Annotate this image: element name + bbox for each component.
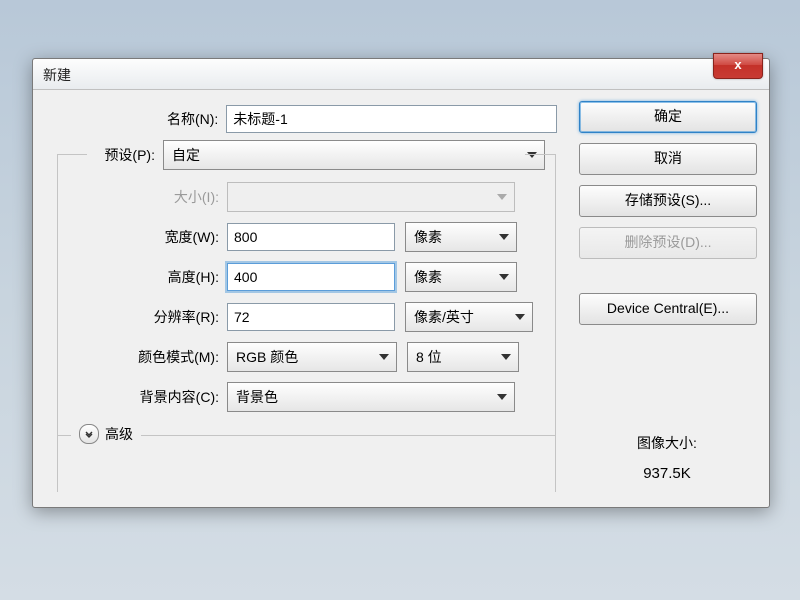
size-select — [227, 182, 515, 212]
chevron-down-icon — [499, 274, 509, 280]
image-size-label: 图像大小: — [579, 433, 755, 453]
form-area: 名称(N): 预设(P): 自定 大小(I): — [47, 101, 557, 493]
name-input[interactable] — [226, 105, 557, 133]
button-column: 确定 取消 存储预设(S)... 删除预设(D)... Device Centr… — [579, 101, 755, 482]
preset-value: 自定 — [172, 145, 200, 165]
color-mode-value: RGB 颜色 — [236, 347, 298, 367]
chevron-down-icon — [497, 194, 507, 200]
bg-label: 背景内容(C): — [47, 387, 227, 407]
fieldset-line — [525, 154, 555, 155]
chevron-down-icon — [379, 354, 389, 360]
width-label: 宽度(W): — [47, 227, 227, 247]
image-size-readout: 图像大小: 937.5K — [579, 433, 755, 482]
close-icon: x — [734, 57, 741, 72]
bg-select[interactable]: 背景色 — [227, 382, 515, 412]
chevron-down-icon — [497, 394, 507, 400]
expand-icon — [79, 424, 99, 444]
dialog-title: 新建 — [43, 65, 71, 85]
image-size-value: 937.5K — [579, 465, 755, 482]
chevron-down-icon — [499, 234, 509, 240]
chevron-down-icon — [515, 314, 525, 320]
height-label: 高度(H): — [47, 267, 227, 287]
preset-label: 预设(P): — [47, 145, 163, 165]
height-unit-value: 像素 — [414, 267, 442, 287]
size-label: 大小(I): — [47, 187, 227, 207]
cancel-button[interactable]: 取消 — [579, 143, 757, 175]
bit-depth-select[interactable]: 8 位 — [407, 342, 519, 372]
delete-preset-button: 删除预设(D)... — [579, 227, 757, 259]
resolution-unit-value: 像素/英寸 — [414, 307, 474, 327]
dialog-body: 名称(N): 预设(P): 自定 大小(I): — [47, 101, 755, 493]
color-mode-select[interactable]: RGB 颜色 — [227, 342, 397, 372]
device-central-button[interactable]: Device Central(E)... — [579, 293, 757, 325]
save-preset-button[interactable]: 存储预设(S)... — [579, 185, 757, 217]
width-unit-select[interactable]: 像素 — [405, 222, 517, 252]
chevron-down-icon — [527, 152, 537, 158]
ok-button[interactable]: 确定 — [579, 101, 757, 133]
bg-value: 背景色 — [236, 387, 278, 407]
resolution-label: 分辨率(R): — [47, 307, 227, 327]
width-unit-value: 像素 — [414, 227, 442, 247]
chevron-down-icon — [501, 354, 511, 360]
preset-select[interactable]: 自定 — [163, 140, 545, 170]
width-input[interactable] — [227, 223, 395, 251]
advanced-toggle[interactable]: 高级 — [71, 424, 141, 444]
height-unit-select[interactable]: 像素 — [405, 262, 517, 292]
resolution-unit-select[interactable]: 像素/英寸 — [405, 302, 533, 332]
bit-depth-value: 8 位 — [416, 347, 442, 367]
resolution-input[interactable] — [227, 303, 395, 331]
new-document-dialog: 新建 x 名称(N): 预设(P): 自定 — [32, 58, 770, 508]
advanced-label: 高级 — [105, 424, 133, 444]
close-button[interactable]: x — [713, 53, 763, 79]
height-input[interactable] — [227, 263, 395, 291]
fieldset-line — [57, 154, 87, 155]
color-mode-label: 颜色模式(M): — [47, 347, 227, 367]
title-bar: 新建 x — [33, 59, 769, 90]
name-label: 名称(N): — [47, 109, 226, 129]
